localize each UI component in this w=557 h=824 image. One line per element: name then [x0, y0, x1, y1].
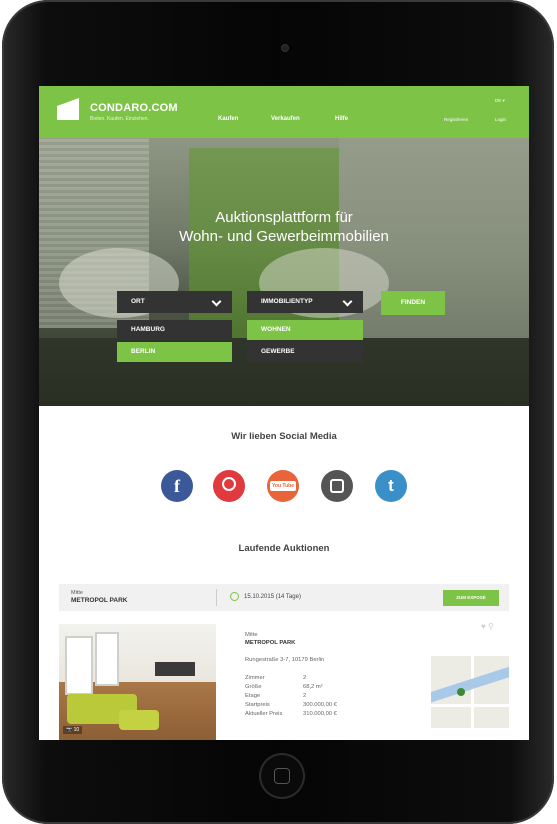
map-road — [471, 656, 474, 728]
location-dropdown-label: ORT — [131, 298, 145, 305]
type-option-gewerbe[interactable]: GEWERBE — [247, 342, 363, 362]
location-option-berlin[interactable]: BERLIN — [117, 342, 232, 362]
instagram-glyph — [330, 479, 344, 493]
auction-name[interactable]: METROPOL PARK — [71, 597, 127, 604]
detail-value: 2 — [303, 693, 307, 699]
location-map[interactable] — [431, 656, 509, 728]
auction-date: 15.10.2015 (14 Tage) — [244, 594, 301, 600]
clock-icon — [230, 592, 239, 601]
type-dropdown[interactable]: IMMOBILIENTYP — [247, 291, 363, 313]
detail-value: 68,2 m² — [303, 684, 323, 690]
logo-icon[interactable] — [57, 98, 79, 120]
photo-sofa — [119, 710, 159, 730]
pinterest-icon[interactable] — [213, 470, 245, 502]
hero-banner: Auktionsplattform für Wohn- und Gewerbei… — [39, 138, 529, 406]
map-pin-icon — [457, 688, 465, 696]
type-dropdown-label: IMMOBILIENTYP — [261, 298, 313, 305]
detail-value: 310.000,00 € — [303, 711, 337, 717]
facebook-icon[interactable]: f — [161, 470, 193, 502]
favorite-icons: ♥ ⚲ — [481, 622, 494, 631]
chevron-down-icon — [211, 296, 222, 307]
heart-icon[interactable]: ♥ — [481, 622, 486, 631]
map-road — [431, 704, 509, 707]
photo-window — [95, 632, 119, 686]
auction-district: Mitte — [71, 590, 83, 596]
register-link[interactable]: Registrieren — [444, 117, 468, 122]
divider — [216, 589, 217, 606]
photo-window — [65, 636, 93, 695]
screen: CONDARO.COM Bieten. Kaufen. Einziehen. K… — [39, 86, 529, 740]
hero-title: Auktionsplattform für Wohn- und Gewerbei… — [39, 208, 529, 246]
hero-title-line: Wohn- und Gewerbeimmobilien — [179, 228, 389, 245]
login-link[interactable]: Login — [495, 117, 506, 122]
photo-count: 10 — [73, 727, 80, 733]
nav-hilfe[interactable]: Hilfe — [335, 116, 348, 122]
location-pin-icon[interactable]: ⚲ — [488, 622, 494, 631]
detail-name: METROPOL PARK — [245, 640, 296, 646]
auctions-title: Laufende Auktionen — [238, 543, 330, 554]
instagram-icon[interactable] — [321, 470, 353, 502]
type-option-wohnen[interactable]: WOHNEN — [247, 320, 363, 340]
brand-name[interactable]: CONDARO.COM — [90, 102, 178, 114]
chevron-down-icon — [342, 296, 353, 307]
photo-shelf — [155, 662, 195, 676]
nav-kaufen[interactable]: Kaufen — [218, 116, 238, 122]
map-river — [431, 662, 509, 704]
tumblr-icon[interactable]: t — [375, 470, 407, 502]
youtube-icon[interactable]: You Tube — [267, 470, 299, 502]
detail-label: Größe — [245, 684, 262, 690]
detail-label: Zimmer — [245, 675, 265, 681]
detail-label: Startpreis — [245, 702, 270, 708]
location-dropdown[interactable]: ORT — [117, 291, 232, 313]
find-button[interactable]: FINDEN — [381, 291, 445, 315]
detail-district: Mitte — [245, 632, 258, 638]
detail-label: Aktueller Preis — [245, 711, 283, 717]
hero-title-line: Auktionsplattform für — [215, 209, 353, 226]
language-selector[interactable]: DE ▾ — [495, 98, 505, 104]
property-photo[interactable]: 📷 10 — [59, 624, 216, 740]
detail-address: Rungestraße 3-7, 10179 Berlin — [245, 657, 325, 663]
home-square-icon — [274, 768, 290, 784]
home-button[interactable] — [259, 753, 305, 799]
detail-label: Etage — [245, 693, 261, 699]
detail-value: 2 — [303, 675, 307, 681]
brand-tagline: Bieten. Kaufen. Einziehen. — [90, 116, 149, 122]
expose-button[interactable]: ZUM EXPOSÉ — [443, 590, 499, 606]
detail-value: 300.000,00 € — [303, 702, 337, 708]
tablet-frame: CONDARO.COM Bieten. Kaufen. Einziehen. K… — [2, 0, 554, 824]
pinterest-glyph — [222, 477, 236, 491]
nav-verkaufen[interactable]: Verkaufen — [271, 116, 300, 122]
youtube-glyph: You Tube — [269, 481, 297, 491]
location-option-hamburg[interactable]: HAMBURG — [117, 320, 232, 340]
site-header: CONDARO.COM Bieten. Kaufen. Einziehen. K… — [39, 86, 529, 138]
social-title: Wir lieben Social Media — [231, 431, 337, 442]
photo-count-badge: 📷 10 — [63, 726, 83, 734]
front-camera — [282, 45, 288, 51]
auction-bar: Mitte METROPOL PARK 15.10.2015 (14 Tage)… — [59, 584, 509, 611]
